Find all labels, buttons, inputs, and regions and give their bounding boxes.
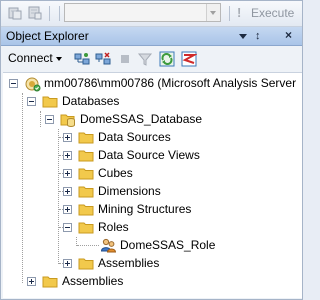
- expand-icon[interactable]: [63, 133, 72, 142]
- tree-connector: [58, 129, 59, 264]
- role-users-icon: [100, 238, 117, 253]
- expand-icon[interactable]: [63, 187, 72, 196]
- summary-report-icon[interactable]: [181, 51, 197, 67]
- object-explorer-tree: mm00786\mm00786 (Microsoft Analysis Serv…: [3, 72, 302, 298]
- tree-node-label: Roles: [98, 220, 129, 234]
- expand-icon[interactable]: [63, 205, 72, 214]
- connect-object-icon[interactable]: [74, 51, 90, 67]
- folder-icon: [78, 132, 94, 144]
- execute-icon: !: [237, 5, 242, 20]
- expand-icon[interactable]: [63, 259, 72, 268]
- folder-icon: [78, 204, 94, 216]
- disconnect-icon[interactable]: [95, 51, 111, 67]
- stop-icon[interactable]: [117, 51, 133, 67]
- refresh-icon[interactable]: [159, 51, 175, 67]
- panel-title-bar: Object Explorer ↕ ×: [1, 27, 302, 46]
- expand-icon[interactable]: [63, 151, 72, 160]
- tree-node-dimensions[interactable]: Dimensions: [63, 183, 263, 201]
- tree-node-label: Data Source Views: [98, 148, 200, 162]
- close-icon[interactable]: ×: [285, 28, 292, 42]
- tree-node-server[interactable]: mm00786\mm00786 (Microsoft Analysis Serv…: [9, 75, 302, 93]
- execute-label: Execute: [251, 6, 295, 20]
- toolbar-separator: [49, 6, 50, 21]
- connect-query-icon[interactable]: [27, 5, 43, 21]
- folder-icon: [78, 150, 94, 162]
- database-icon: [60, 114, 75, 127]
- tree-node-cubes[interactable]: Cubes: [63, 165, 263, 183]
- tree-connector: [22, 93, 23, 283]
- collapse-icon[interactable]: [27, 97, 36, 106]
- collapse-icon[interactable]: [45, 115, 54, 124]
- tree-node-label: mm00786\mm00786 (Microsoft Analysis Serv…: [44, 76, 297, 90]
- folder-icon: [78, 258, 94, 270]
- collapse-icon[interactable]: [9, 79, 18, 88]
- tree-node-roles[interactable]: Roles: [63, 219, 263, 237]
- tree-node-db-assemblies[interactable]: Assemblies: [63, 255, 263, 273]
- expand-icon[interactable]: [27, 277, 36, 286]
- tree-node-databases[interactable]: Databases: [27, 93, 227, 111]
- tree-node-data-sources[interactable]: Data Sources: [63, 129, 263, 147]
- tree-node-label: Dimensions: [98, 184, 161, 198]
- expand-icon[interactable]: [63, 169, 72, 178]
- connect-button[interactable]: Connect: [8, 51, 62, 65]
- connect-label: Connect: [8, 51, 53, 65]
- tree-node-mining-structures[interactable]: Mining Structures: [63, 201, 263, 219]
- object-explorer-window: ! Execute Object Explorer ↕ × Connect mm…: [0, 0, 303, 300]
- object-explorer-toolbar: Connect: [1, 46, 302, 72]
- toolbar-separator: [229, 6, 230, 21]
- tree-node-role[interactable]: DomeSSAS_Role: [85, 237, 285, 255]
- tree-node-label: Assemblies: [98, 256, 160, 270]
- query-toolbar: ! Execute: [1, 1, 302, 27]
- collapse-icon[interactable]: [63, 223, 72, 232]
- analysis-server-icon: [25, 77, 41, 92]
- tree-node-assemblies[interactable]: Assemblies: [27, 273, 227, 291]
- available-databases-combo[interactable]: [64, 3, 221, 22]
- execute-button[interactable]: ! Execute: [237, 3, 301, 23]
- tree-node-label: DomeSSAS_Database: [80, 112, 203, 126]
- folder-icon: [78, 222, 94, 234]
- tree-node-label: Cubes: [98, 166, 133, 180]
- tree-connector: [40, 111, 41, 127]
- pin-icon[interactable]: ↕: [255, 30, 261, 42]
- chevron-down-icon: [55, 56, 62, 61]
- tree-node-label: Mining Structures: [98, 202, 192, 216]
- filter-icon[interactable]: [137, 51, 153, 67]
- tree-node-label: Databases: [62, 94, 120, 108]
- tree-node-label: Assemblies: [62, 274, 124, 288]
- analysis-services-query-icon[interactable]: [7, 5, 23, 21]
- folder-icon: [78, 168, 94, 180]
- tree-node-label: DomeSSAS_Role: [120, 238, 216, 252]
- toolbar-separator: [59, 6, 60, 21]
- folder-icon: [42, 96, 58, 108]
- tree-node-label: Data Sources: [98, 130, 171, 144]
- dropdown-arrow-icon[interactable]: [239, 34, 247, 39]
- panel-title: Object Explorer: [6, 29, 89, 43]
- chevron-down-icon[interactable]: [206, 4, 220, 21]
- tree-node-data-source-views[interactable]: Data Source Views: [63, 147, 263, 165]
- folder-icon: [78, 186, 94, 198]
- folder-icon: [42, 276, 58, 288]
- tree-node-database[interactable]: DomeSSAS_Database: [45, 111, 245, 129]
